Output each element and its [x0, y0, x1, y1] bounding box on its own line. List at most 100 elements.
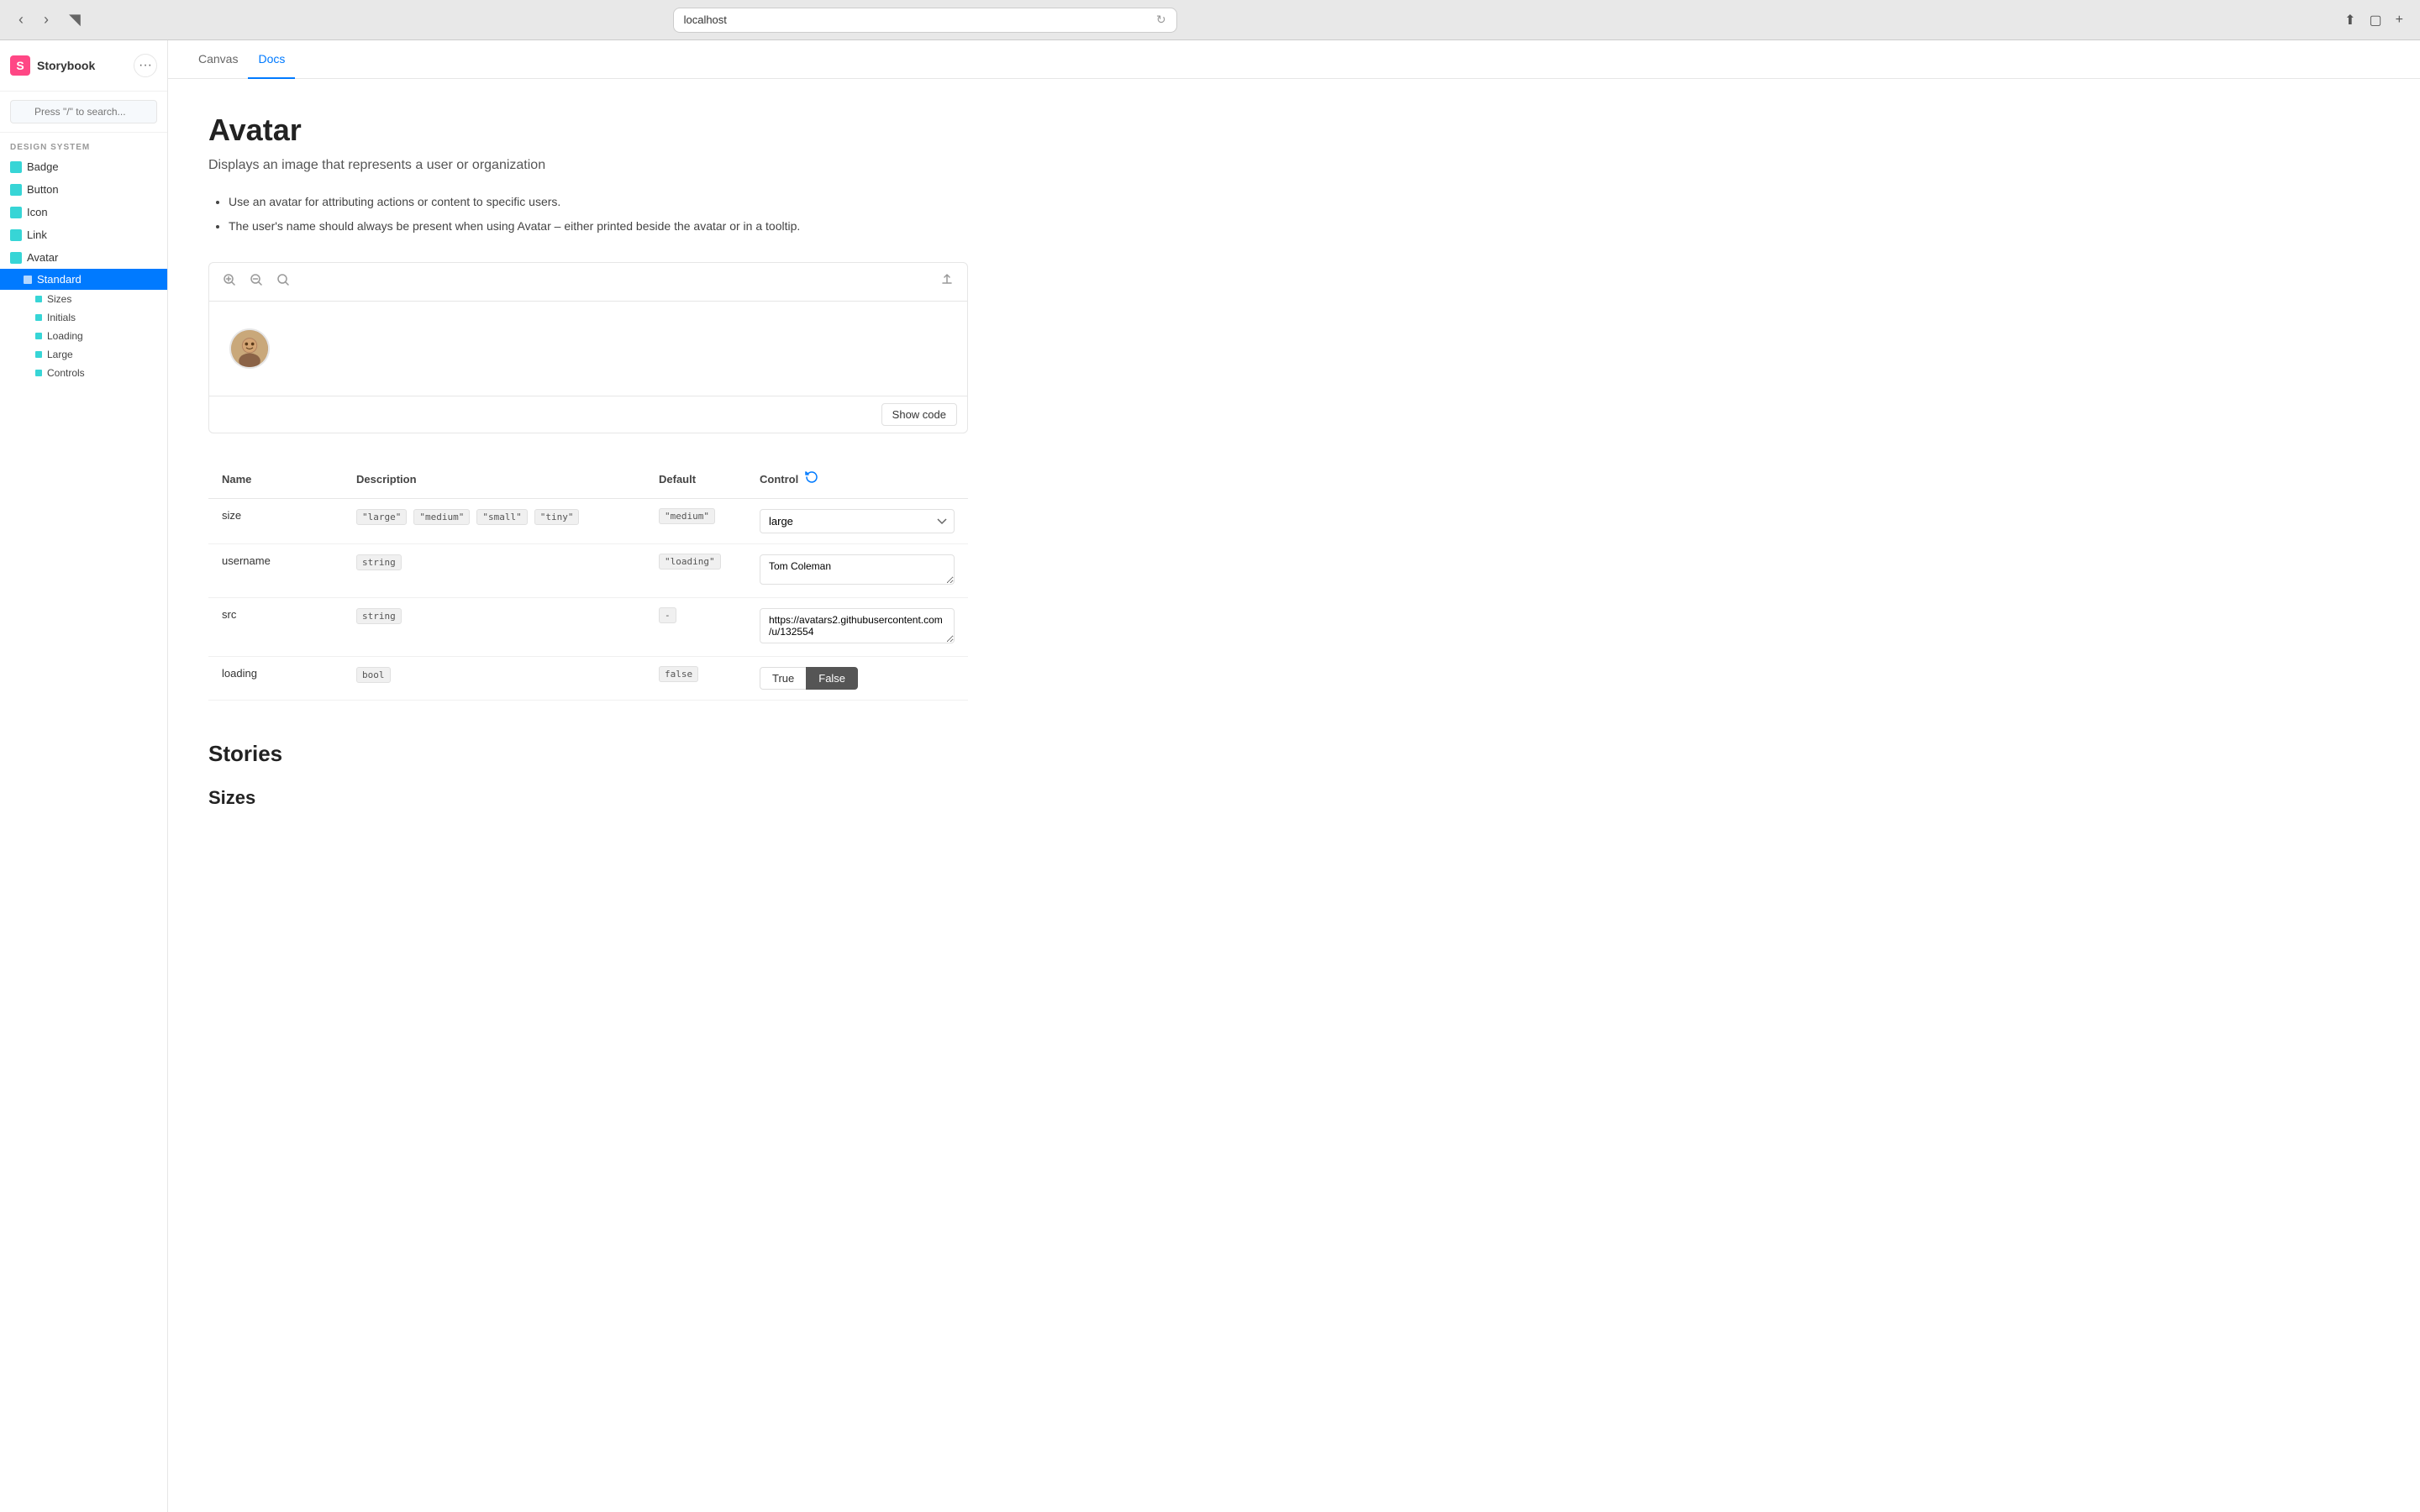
sidebar-item-link-label: Link — [27, 228, 47, 241]
standard-icon — [24, 276, 32, 284]
large-icon — [35, 351, 42, 358]
storybook-title: Storybook — [37, 59, 95, 72]
sidebar-item-badge[interactable]: Badge — [0, 155, 167, 178]
back-button[interactable]: ‹ — [13, 8, 29, 32]
initials-icon — [35, 314, 42, 321]
main-content: Canvas Docs Avatar Displays an image tha… — [168, 40, 2420, 1512]
sidebar-item-button-label: Button — [27, 183, 59, 196]
sidebar-item-standard-label: Standard — [37, 273, 82, 286]
sidebar-item-sizes-label: Sizes — [47, 293, 71, 305]
tab-docs[interactable]: Docs — [248, 40, 295, 79]
sidebar-toggle-button[interactable]: ◥ — [64, 8, 86, 32]
prop-default-src: - — [659, 607, 676, 623]
sidebar-item-icon[interactable]: Icon — [0, 201, 167, 223]
page-title: Avatar — [208, 113, 968, 148]
docs-content: Avatar Displays an image that represents… — [168, 79, 1008, 856]
username-control-textarea[interactable]: Tom Coleman — [760, 554, 955, 585]
new-tab-button[interactable]: + — [2392, 8, 2407, 32]
sizes-icon — [35, 296, 42, 302]
sidebar-item-initials[interactable]: Initials — [0, 308, 167, 327]
sidebar-item-loading[interactable]: Loading — [0, 327, 167, 345]
sidebar-item-large-label: Large — [47, 349, 73, 360]
fullscreen-button[interactable]: ▢ — [2366, 8, 2386, 32]
avatar-image — [231, 330, 268, 367]
sidebar-item-large[interactable]: Large — [0, 345, 167, 364]
prop-name-size: size — [222, 509, 241, 522]
reset-controls-button[interactable] — [805, 470, 818, 488]
sidebar-item-standard[interactable]: Standard — [0, 269, 167, 290]
size-control-select[interactable]: large medium small tiny — [760, 509, 955, 533]
stories-section-title: Stories — [208, 741, 968, 767]
sidebar-item-initials-label: Initials — [47, 312, 76, 323]
share-story-button[interactable] — [937, 270, 957, 294]
sidebar-item-button[interactable]: Button — [0, 178, 167, 201]
table-row-loading: loading bool false True False — [208, 657, 968, 701]
search-bar-container: 🔍 — [0, 92, 167, 133]
show-code-button[interactable]: Show code — [881, 403, 957, 426]
col-default: Default — [645, 460, 746, 499]
avatar-nav-icon — [10, 252, 22, 264]
sidebar-item-loading-label: Loading — [47, 330, 83, 342]
col-name: Name — [208, 460, 343, 499]
prop-name-username: username — [222, 554, 271, 567]
tab-docs-label: Docs — [258, 52, 285, 66]
forward-button[interactable]: › — [39, 8, 54, 32]
sidebar-item-controls[interactable]: Controls — [0, 364, 167, 382]
storybook-logo: S — [10, 55, 30, 76]
tab-canvas[interactable]: Canvas — [188, 40, 248, 79]
sidebar-item-badge-label: Badge — [27, 160, 59, 173]
address-bar: localhost ↻ — [673, 8, 1177, 33]
story-preview-toolbar — [209, 263, 967, 302]
loading-control-toggle: True False — [760, 667, 955, 690]
usage-item-1: Use an avatar for attributing actions or… — [229, 193, 968, 211]
loading-true-button[interactable]: True — [760, 667, 807, 690]
icon-icon — [10, 207, 22, 218]
url-text: localhost — [684, 13, 727, 26]
zoom-in-button[interactable] — [219, 270, 239, 294]
link-icon — [10, 229, 22, 241]
tab-canvas-label: Canvas — [198, 52, 238, 66]
props-table: Name Description Default Control — [208, 460, 968, 701]
prop-default-loading: false — [659, 666, 698, 682]
sidebar-item-icon-label: Icon — [27, 206, 48, 218]
prop-name-src: src — [222, 608, 236, 621]
sidebar-item-sizes[interactable]: Sizes — [0, 290, 167, 308]
col-control: Control — [746, 460, 968, 498]
search-input[interactable] — [10, 100, 157, 123]
badge-icon — [10, 161, 22, 173]
prop-default-size: "medium" — [659, 508, 715, 524]
sidebar-item-avatar[interactable]: Avatar — [0, 246, 167, 269]
logo-letter: S — [16, 59, 24, 72]
prop-desc-loading: bool — [356, 667, 391, 683]
menu-dots-icon: ··· — [139, 58, 152, 73]
controls-icon — [35, 370, 42, 376]
sidebar-menu-button[interactable]: ··· — [134, 54, 157, 77]
reload-icon[interactable]: ↻ — [1156, 13, 1166, 27]
story-preview: Show code — [208, 262, 968, 433]
zoom-reset-button[interactable] — [273, 270, 293, 294]
avatar — [229, 328, 270, 369]
sidebar-header: S Storybook ··· — [0, 40, 167, 92]
share-button[interactable]: ⬆ — [2341, 8, 2359, 32]
table-row-username: username string "loading" Tom Coleman — [208, 544, 968, 598]
prop-desc-src: string — [356, 608, 402, 624]
story-preview-footer: Show code — [209, 396, 967, 433]
browser-chrome: ‹ › ◥ localhost ↻ ⬆ ▢ + — [0, 0, 2420, 40]
prop-desc-username: string — [356, 554, 402, 570]
loading-false-button[interactable]: False — [806, 667, 858, 690]
loading-icon — [35, 333, 42, 339]
zoom-out-button[interactable] — [246, 270, 266, 294]
story-preview-canvas — [209, 302, 967, 396]
usage-list: Use an avatar for attributing actions or… — [208, 193, 968, 235]
src-control-textarea[interactable]: https://avatars2.githubusercontent.com/u… — [760, 608, 955, 643]
usage-item-2: The user's name should always be present… — [229, 218, 968, 235]
prop-name-loading: loading — [222, 667, 257, 680]
main-tabs: Canvas Docs — [168, 40, 2420, 79]
prop-default-username: "loading" — [659, 554, 721, 570]
table-row-size: size "large" "medium" "small" "tiny" "me… — [208, 499, 968, 544]
nav-section-label: DESIGN SYSTEM — [0, 133, 167, 155]
app-container: S Storybook ··· 🔍 DESIGN SYSTEM Badge — [0, 40, 2420, 1512]
table-row-src: src string - https://avatars2.githubuser… — [208, 598, 968, 657]
col-description: Description — [343, 460, 645, 499]
sidebar-item-link[interactable]: Link — [0, 223, 167, 246]
